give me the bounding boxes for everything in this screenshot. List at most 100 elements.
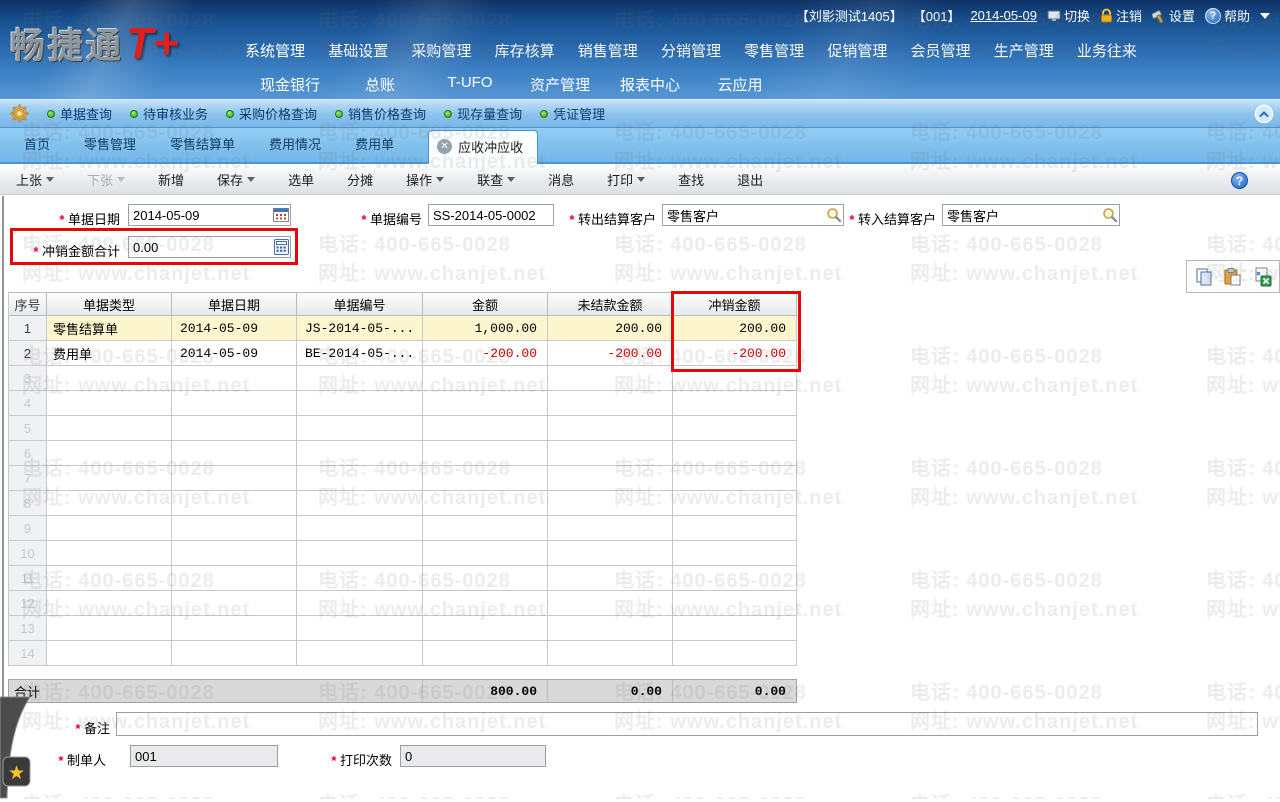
table-header-cell[interactable]: 未结款金额 [548, 292, 673, 316]
menu-item[interactable]: 会员管理 [911, 40, 971, 61]
quickbar-item[interactable]: 单据查询 [47, 104, 112, 123]
toolbar-button[interactable]: 退出 [737, 170, 763, 189]
table-row-empty[interactable]: 9 [8, 516, 797, 541]
tab-item[interactable]: 零售结算单 [170, 134, 235, 162]
watermark-text: 电话: 400-665-0028 [910, 458, 1103, 480]
quickbar-item[interactable]: 凭证管理 [540, 104, 605, 123]
writeoff-total-input[interactable] [128, 236, 291, 258]
dropdown-arrow-icon[interactable] [507, 176, 516, 182]
table-cell [47, 566, 172, 591]
doc-date-input[interactable] [128, 204, 291, 226]
menu-item[interactable]: 库存核算 [495, 40, 555, 61]
menu-item[interactable]: 云应用 [695, 74, 785, 95]
toolbar-button[interactable]: 保存 [217, 170, 256, 189]
table-cell: 4 [8, 391, 47, 416]
table-row[interactable]: 2 费用单 2014-05-09 BE-2014-05-... -200.00 -200.… [8, 341, 797, 366]
export-excel-button[interactable] [1252, 267, 1272, 287]
dropdown-arrow-icon[interactable] [637, 176, 646, 182]
dropdown-arrow-icon[interactable] [46, 176, 55, 182]
customer-in-input[interactable] [942, 204, 1120, 226]
toolbar-button[interactable]: 选单 [288, 170, 314, 189]
toolbar-help-icon[interactable]: ? [1231, 172, 1248, 189]
settings-icon [1151, 9, 1164, 23]
menu-item[interactable]: 报表中心 [605, 74, 695, 95]
table-row-empty[interactable]: 10 [8, 541, 797, 566]
menu-item[interactable]: 分销管理 [661, 40, 721, 61]
table-row-empty[interactable]: 12 [8, 591, 797, 616]
menu-item[interactable]: 采购管理 [411, 40, 471, 61]
menu-item[interactable]: 零售管理 [744, 40, 804, 61]
menu-item[interactable]: 生产管理 [994, 40, 1054, 61]
search-icon[interactable] [1102, 207, 1118, 226]
dropdown-arrow-icon[interactable] [247, 176, 256, 182]
quickbar-item[interactable]: 现存量查询 [444, 104, 522, 123]
tab-item[interactable]: 费用情况 [269, 134, 321, 162]
table-row[interactable]: 1 零售结算单 2014-05-09 JS-2014-05-... 1,000.00 20… [8, 316, 797, 341]
menu-item[interactable]: 销售管理 [578, 40, 638, 61]
calculator-icon[interactable] [274, 239, 289, 258]
table-cell [548, 541, 673, 566]
customer-out-input[interactable] [662, 204, 844, 226]
tab-item[interactable]: 首页 [24, 134, 50, 162]
menu-item[interactable]: 业务往来 [1077, 40, 1137, 61]
table-row-empty[interactable]: 8 [8, 491, 797, 516]
toolbar-button[interactable]: 分摊 [347, 170, 373, 189]
switch-account-button[interactable]: 切换 [1047, 6, 1090, 25]
table-header-cell[interactable]: 单据类型 [47, 292, 172, 316]
toolbar-button[interactable]: 上张 [16, 170, 55, 189]
toolbar-button[interactable]: 新增 [158, 170, 184, 189]
tab-item[interactable]: 费用单 [355, 134, 394, 162]
login-date-link[interactable]: 2014-05-09 [970, 8, 1037, 23]
table-header-cell[interactable]: 金额 [423, 292, 548, 316]
table-row-empty[interactable]: 4 [8, 391, 797, 416]
menu-item[interactable]: 促销管理 [827, 40, 887, 61]
table-row-empty[interactable]: 11 [8, 566, 797, 591]
gear-icon[interactable] [10, 104, 29, 123]
table-cell [172, 516, 297, 541]
menu-item[interactable]: 系统管理 [245, 40, 305, 61]
copy-button[interactable] [1194, 267, 1214, 287]
table-row-empty[interactable]: 14 [8, 641, 797, 666]
logout-button[interactable]: 注销 [1100, 6, 1142, 25]
toolbar-button[interactable]: 联查 [477, 170, 516, 189]
doc-no-input[interactable] [428, 204, 554, 226]
table-header-cell[interactable]: 单据日期 [172, 292, 297, 316]
table-row-empty[interactable]: 3 [8, 366, 797, 391]
menu-item[interactable]: 基础设置 [328, 40, 388, 61]
table-row-empty[interactable]: 7 [8, 466, 797, 491]
quickbar-item[interactable]: 销售价格查询 [335, 104, 426, 123]
dropdown-arrow-icon[interactable] [436, 176, 445, 182]
star-icon: ★ [8, 763, 25, 784]
collapse-quickbar-button[interactable] [1254, 104, 1274, 127]
app-header: 畅捷通T+ 【刘影测试1405】 【001】 2014-05-09 切换 注销 … [0, 0, 1280, 99]
paste-button[interactable] [1223, 267, 1243, 287]
help-button[interactable]: ? 帮助 [1204, 6, 1250, 25]
table-header-cell[interactable]: 序号 [8, 292, 47, 316]
table-row-empty[interactable]: 5 [8, 416, 797, 441]
table-cell [47, 516, 172, 541]
toolbar-button[interactable]: 打印 [607, 170, 646, 189]
toolbar-button[interactable]: 消息 [548, 170, 574, 189]
table-row-empty[interactable]: 6 [8, 441, 797, 466]
menu-item[interactable]: 总账 [335, 74, 425, 95]
favorites-drawer-handle[interactable]: ★ [0, 695, 36, 802]
settings-button[interactable]: 设置 [1151, 6, 1195, 25]
toolbar-button[interactable]: 操作 [406, 170, 445, 189]
close-tab-icon[interactable] [437, 139, 453, 154]
table-cell: 2014-05-09 [172, 341, 297, 366]
table-header-cell[interactable]: 冲销金额 [673, 292, 797, 316]
toolbar-button[interactable]: 查找 [678, 170, 704, 189]
tab-item[interactable]: 零售管理 [84, 134, 136, 162]
menu-item[interactable]: 资产管理 [515, 74, 605, 95]
quickbar-item[interactable]: 采购价格查询 [226, 104, 317, 123]
creator-field-wrap [130, 745, 278, 767]
remark-input[interactable] [116, 712, 1258, 736]
calendar-icon[interactable] [273, 207, 289, 225]
menu-item[interactable]: 现金银行 [245, 74, 335, 95]
table-header-cell[interactable]: 单据编号 [297, 292, 423, 316]
quickbar-item[interactable]: 待审核业务 [130, 104, 208, 123]
tab-active[interactable]: 应收冲应收 [428, 130, 539, 164]
menu-item[interactable]: T-UFO [425, 74, 515, 95]
table-row-empty[interactable]: 13 [8, 616, 797, 641]
userbar-dropdown-caret-icon[interactable] [1260, 12, 1270, 19]
